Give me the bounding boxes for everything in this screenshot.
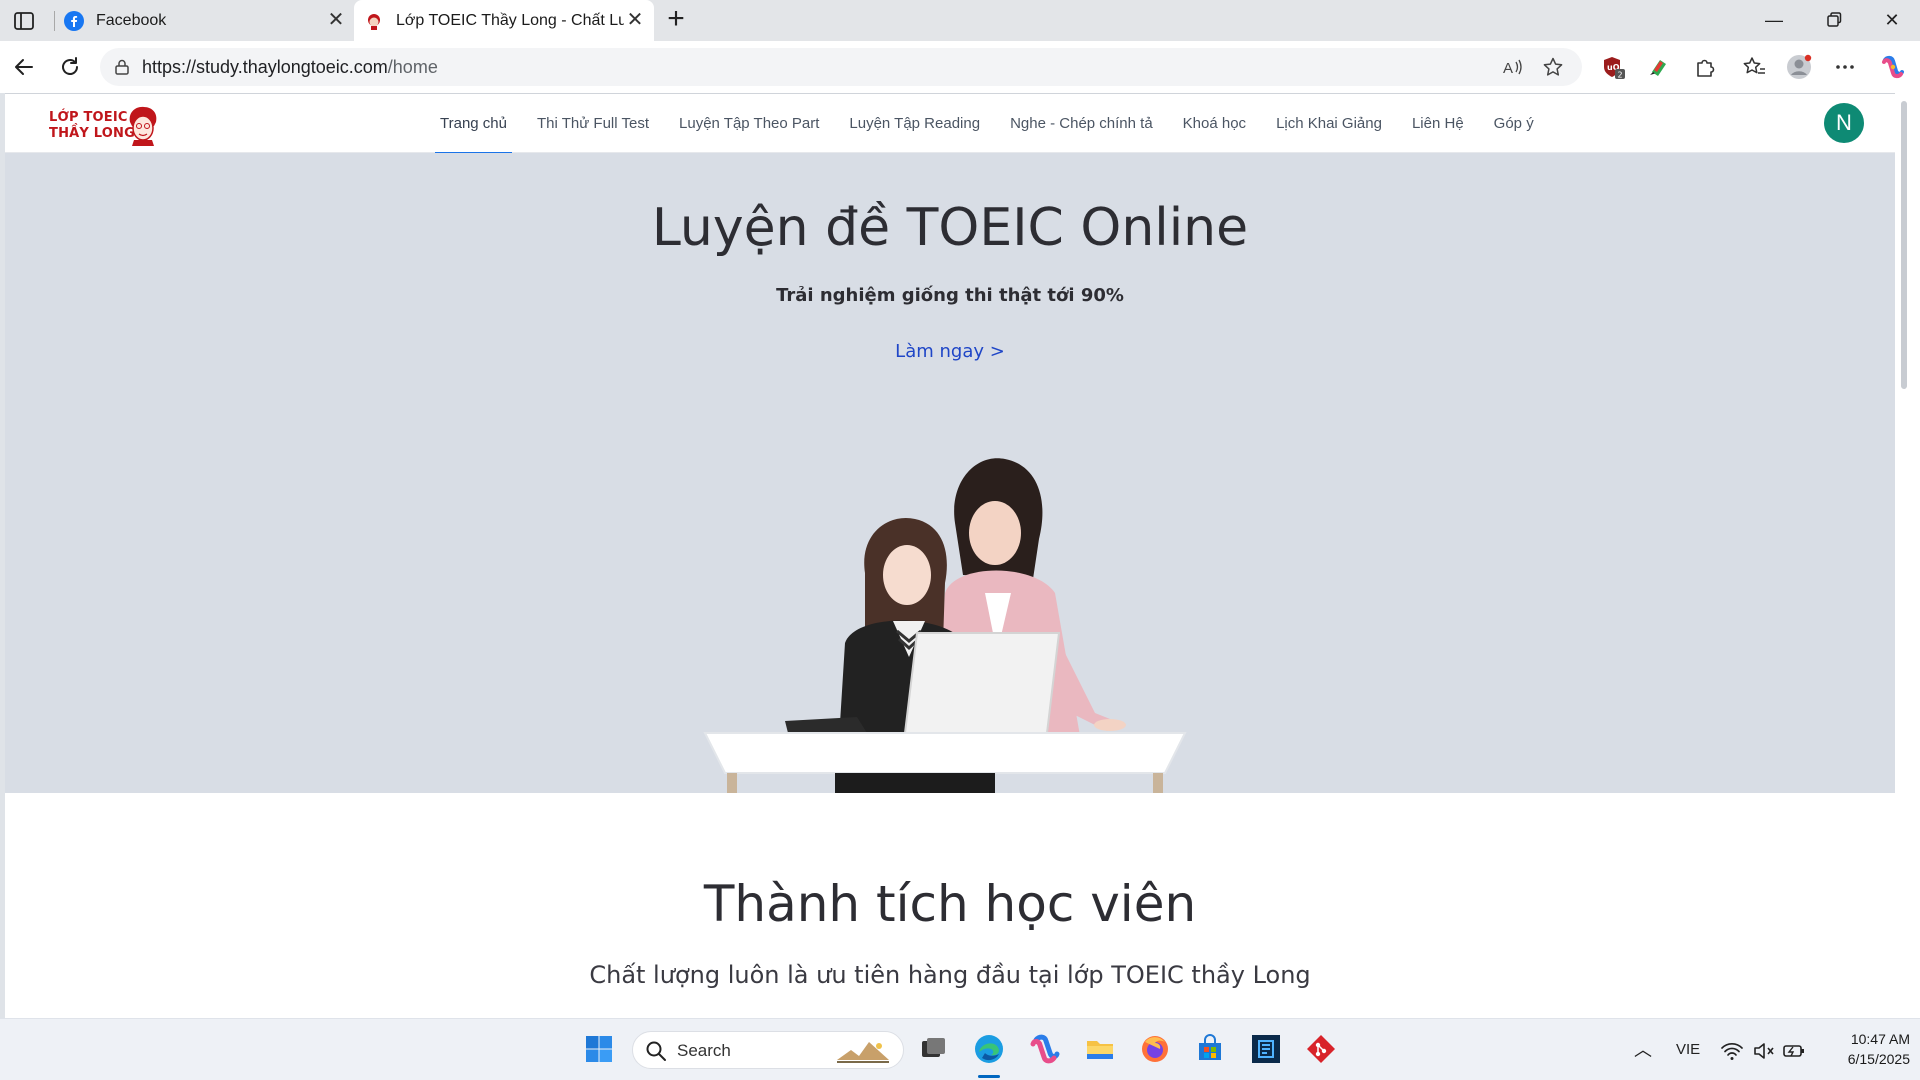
close-tab-icon[interactable]: ✕ — [624, 10, 646, 32]
nav-item-khoa-hoc[interactable]: Khoá học — [1168, 94, 1261, 153]
windows-start-icon[interactable] — [582, 1032, 616, 1066]
scrollbar-thumb[interactable] — [1901, 101, 1907, 389]
microsoft-store-icon[interactable] — [1193, 1032, 1227, 1066]
firefox-icon[interactable] — [1138, 1032, 1172, 1066]
tab-title: Lớp TOEIC Thầy Long - Chất Lượng — [396, 11, 624, 29]
show-hidden-icons-chevron-icon[interactable]: ︿ — [1634, 1036, 1652, 1062]
tab-facebook[interactable]: Facebook ✕ — [62, 0, 347, 41]
site-logo[interactable]: LỚP TOEIC THẦY LONG — [49, 104, 165, 146]
nav-item-nghe-chep-chinh-ta[interactable]: Nghe - Chép chính tả — [995, 94, 1168, 153]
logo-line1: LỚP TOEIC — [49, 110, 128, 125]
search-icon — [646, 1041, 666, 1061]
edge-browser-icon[interactable] — [972, 1032, 1006, 1066]
color-extension-icon[interactable] — [1646, 54, 1672, 80]
extension-badge: 2 — [1618, 71, 1623, 80]
hero-section: Luyện đề TOEIC Online Trải nghiệm giống … — [5, 153, 1895, 793]
tab-title: Facebook — [96, 11, 167, 29]
thaylong-favicon — [368, 13, 380, 30]
tab-thaylong[interactable]: Lớp TOEIC Thầy Long - Chất Lượng ✕ — [354, 0, 654, 41]
taskbar-search[interactable]: Search — [632, 1031, 904, 1069]
clock-date: 6/15/2025 — [1847, 1051, 1910, 1067]
tab-separator — [54, 11, 55, 31]
active-app-indicator — [978, 1075, 1000, 1078]
url-text[interactable]: https://study.thaylongtoeic.com/home — [142, 57, 438, 78]
achievements-section: Thành tích học viên Chất lượng luôn là ư… — [5, 793, 1895, 1018]
search-placeholder: Search — [677, 1041, 731, 1060]
restore-icon[interactable] — [1822, 8, 1846, 32]
close-window-icon[interactable]: ✕ — [1880, 8, 1904, 32]
nav-item-luyen-tap-reading[interactable]: Luyện Tập Reading — [834, 94, 995, 153]
teacher-face-logo-icon — [129, 106, 157, 146]
svg-text:A: A — [1503, 60, 1513, 77]
favorites-icon[interactable] — [1741, 54, 1767, 80]
clock-time: 10:47 AM — [1850, 1031, 1910, 1047]
copilot-icon[interactable] — [1880, 54, 1906, 80]
browser-toolbar: https://study.thaylongtoeic.com/home A u… — [0, 41, 1920, 93]
url-host: https://study.thaylongtoeic.com — [142, 57, 388, 77]
nav-item-luyen-tap-theo-part[interactable]: Luyện Tập Theo Part — [664, 94, 834, 153]
favorite-star-icon[interactable] — [1542, 56, 1564, 78]
url-path: /home — [387, 57, 438, 77]
students-laptop-illustration — [703, 458, 1187, 793]
achievements-title: Thành tích học viên — [703, 875, 1197, 933]
windows-taskbar: Search ︿ VIE 10:47 AM 6/15/2025 — [0, 1018, 1920, 1080]
extensions-puzzle-icon[interactable] — [1692, 54, 1718, 80]
page-scrollbar[interactable] — [1895, 93, 1920, 1018]
nav-item-lien-he[interactable]: Liên Hệ — [1397, 94, 1479, 153]
profile-icon[interactable] — [1786, 54, 1812, 80]
back-icon[interactable] — [10, 53, 38, 81]
start-now-link[interactable]: Làm ngay > — [5, 341, 1895, 362]
user-avatar-button[interactable]: N — [1824, 103, 1864, 143]
new-tab-button[interactable]: + — [662, 4, 690, 34]
search-highlight-icon — [837, 1042, 889, 1063]
ublock-extension-icon[interactable]: uO 2 — [1600, 54, 1626, 80]
site-header: LỚP TOEIC THẦY LONG Trang chủ Thi Thử Fu… — [5, 94, 1895, 154]
nav-item-lich-khai-giang[interactable]: Lịch Khai Giảng — [1261, 94, 1397, 153]
input-language-indicator[interactable]: VIE — [1676, 1041, 1700, 1058]
refresh-icon[interactable] — [56, 53, 84, 81]
azure-data-studio-icon[interactable] — [1249, 1032, 1283, 1066]
hero-subtitle: Trải nghiệm giống thi thật tới 90% — [776, 285, 1124, 306]
wifi-icon[interactable] — [1720, 1039, 1744, 1063]
address-bar[interactable]: https://study.thaylongtoeic.com/home A — [100, 48, 1582, 86]
site-info-icon[interactable] — [112, 57, 132, 77]
more-options-icon[interactable] — [1832, 54, 1858, 80]
tab-actions-icon[interactable] — [12, 9, 36, 33]
file-explorer-icon[interactable] — [1083, 1032, 1117, 1066]
nav-item-trang-chu[interactable]: Trang chủ — [425, 94, 522, 154]
nav-item-thi-thu-full-test[interactable]: Thi Thử Full Test — [522, 94, 664, 153]
copilot-app-icon[interactable] — [1028, 1032, 1062, 1066]
facebook-icon — [64, 10, 84, 31]
main-navigation: Trang chủ Thi Thử Full Test Luyện Tập Th… — [425, 94, 1549, 154]
task-view-icon[interactable] — [916, 1032, 950, 1066]
achievements-subtitle: Chất lượng luôn là ưu tiên hàng đầu tại … — [589, 961, 1311, 989]
close-tab-icon[interactable]: ✕ — [325, 10, 347, 32]
hero-title: Luyện đề TOEIC Online — [651, 198, 1249, 258]
git-app-icon[interactable] — [1304, 1032, 1338, 1066]
browser-tab-bar: Facebook ✕ Lớp TOEIC Thầy Long - Chất Lư… — [0, 0, 1920, 41]
read-aloud-icon[interactable]: A — [1502, 56, 1524, 78]
battery-icon[interactable] — [1782, 1039, 1806, 1063]
system-clock[interactable]: 10:47 AM 6/15/2025 — [1820, 1029, 1910, 1069]
logo-line2: THẦY LONG — [49, 126, 135, 141]
minimize-icon[interactable]: ― — [1762, 8, 1786, 32]
volume-muted-icon[interactable] — [1752, 1039, 1776, 1063]
nav-item-gop-y[interactable]: Góp ý — [1479, 94, 1549, 153]
page-viewport: LỚP TOEIC THẦY LONG Trang chủ Thi Thử Fu… — [5, 93, 1895, 1018]
